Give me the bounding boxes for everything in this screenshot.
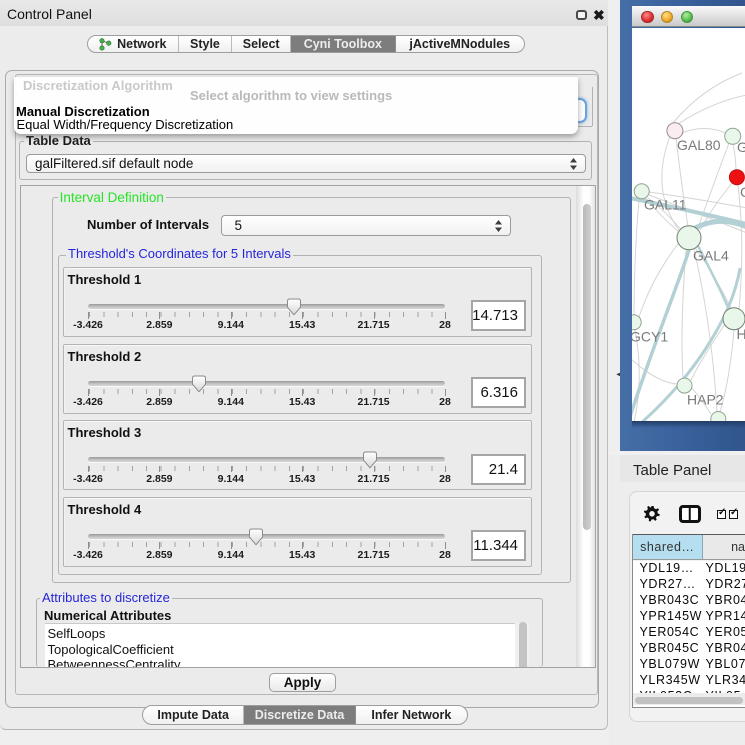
svg-text:GAL4: GAL4 [693,247,729,263]
svg-text:HAP4: HAP4 [736,326,745,342]
svg-text:GAL7: GAL7 [737,139,745,155]
svg-text:GAL80: GAL80 [677,137,721,153]
svg-text:GAL11: GAL11 [644,197,687,213]
svg-text:HAP2: HAP2 [687,392,724,408]
svg-text:CAT5: CAT5 [740,184,745,200]
svg-text:GCY1: GCY1 [632,329,668,345]
